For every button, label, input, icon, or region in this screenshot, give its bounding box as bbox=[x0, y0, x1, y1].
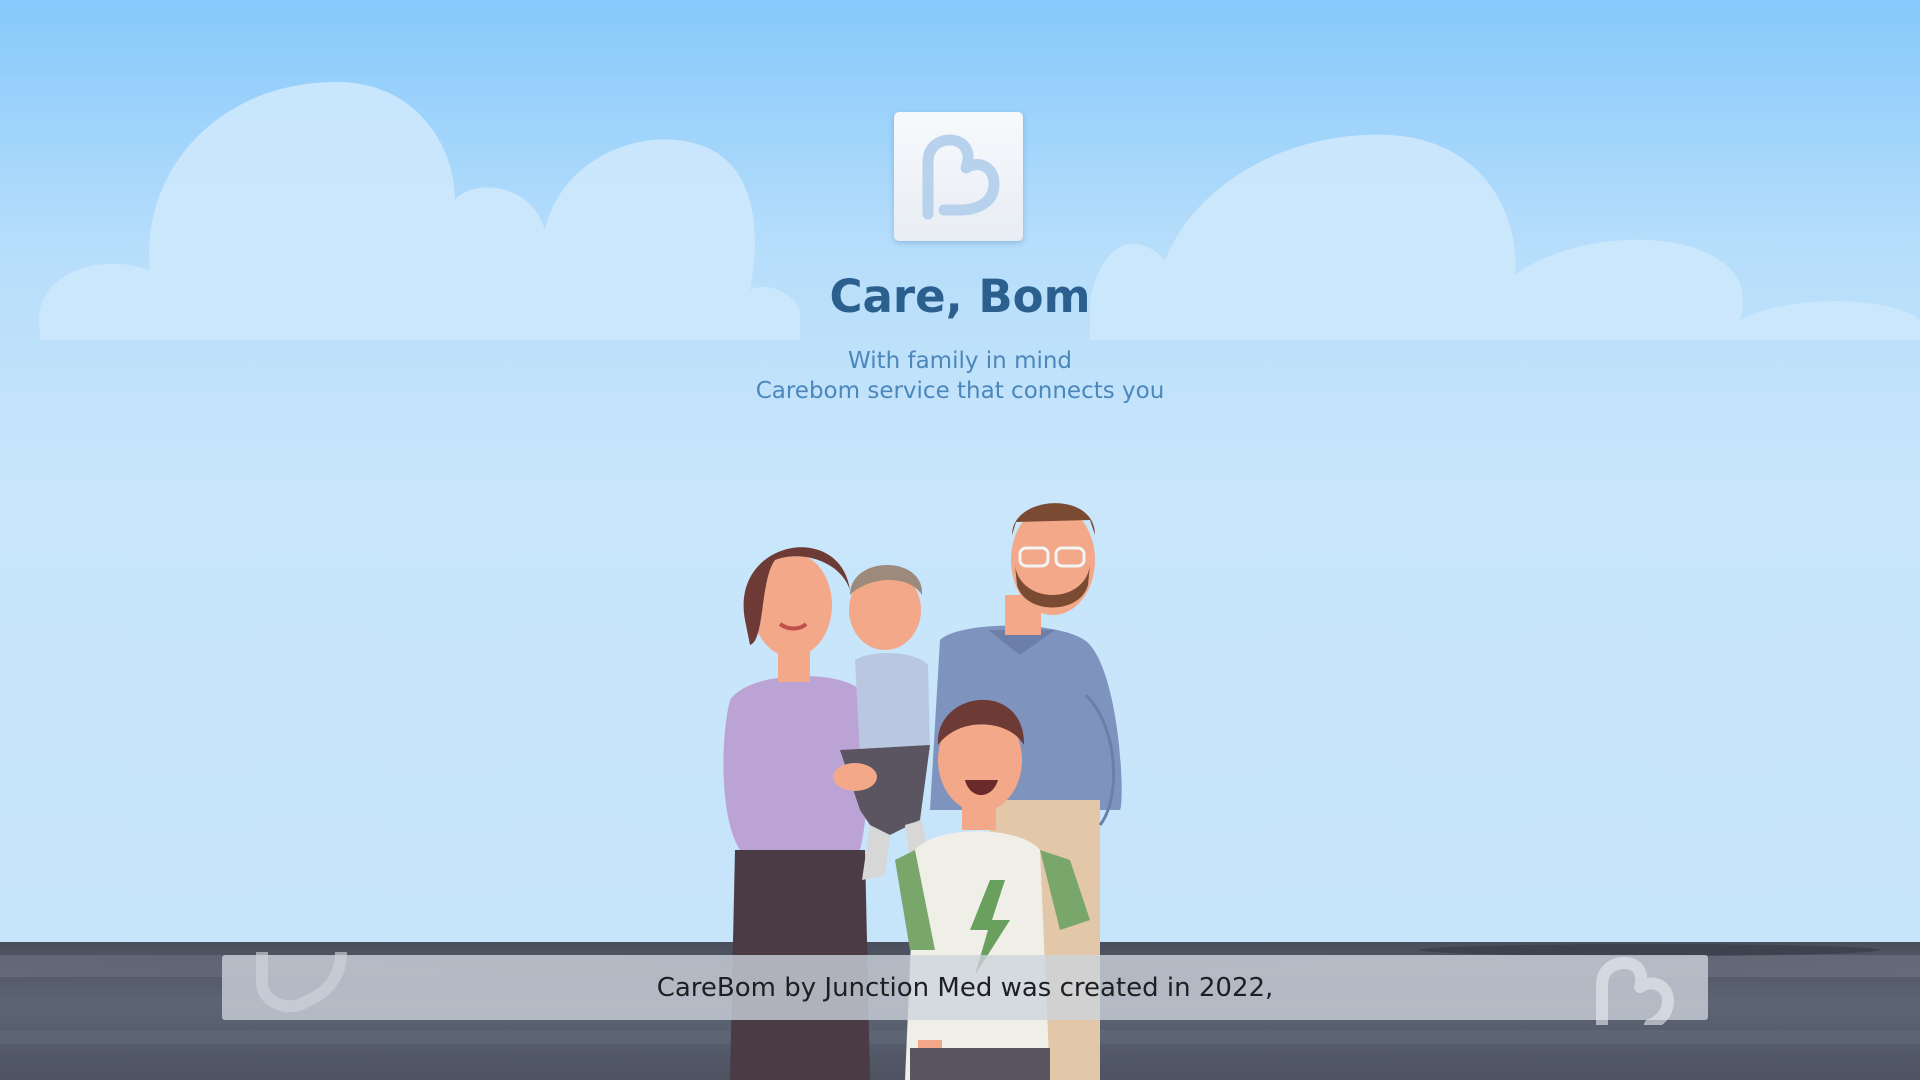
caption-text: CareBom by Junction Med was created in 2… bbox=[656, 972, 1274, 1003]
carebom-logo-icon bbox=[922, 134, 999, 219]
tagline: With family in mind Carebom service that… bbox=[0, 346, 1920, 406]
video-frame: Care, Bom With family in mind Carebom se… bbox=[0, 0, 1920, 1080]
watermark-logo-icon bbox=[1596, 957, 1674, 1025]
app-title: Care, Bom bbox=[829, 270, 1091, 323]
tagline-line-1: With family in mind bbox=[847, 348, 1073, 374]
app-logo-tile bbox=[894, 112, 1023, 241]
tagline-line-2: Carebom service that connects you bbox=[755, 378, 1165, 404]
subtitle-caption-bar: CareBom by Junction Med was created in 2… bbox=[222, 955, 1708, 1020]
